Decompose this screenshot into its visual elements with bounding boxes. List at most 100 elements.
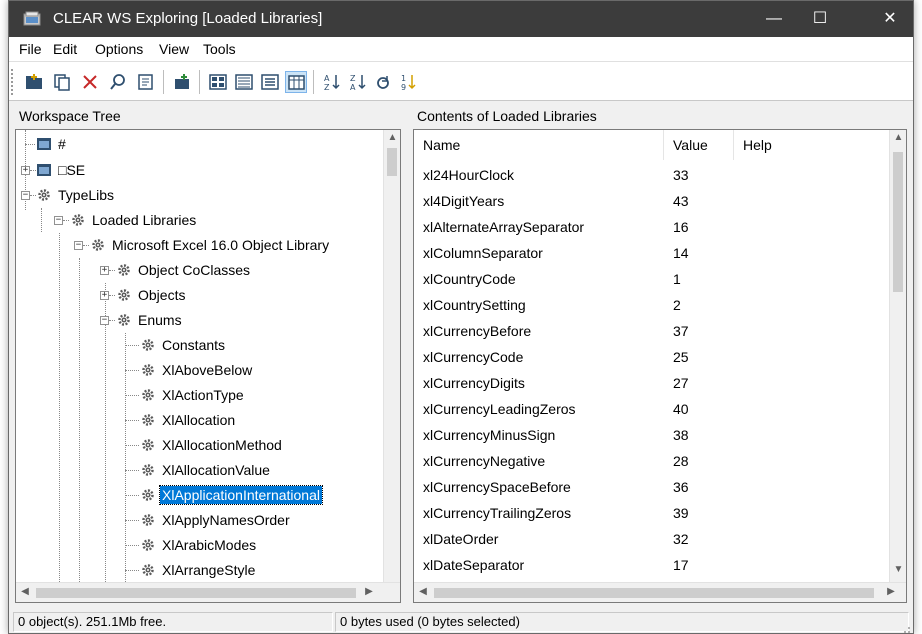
tree-node-xlallocationvalue[interactable]: XlAllocationValue [16,458,376,483]
menu-view[interactable]: View [159,41,189,57]
tree-node-xlapplynamesorder[interactable]: XlApplyNamesOrder [16,508,376,533]
tree-node-objects[interactable]: + Objects [16,283,376,308]
new-item-icon[interactable] [171,71,193,93]
sort-icon[interactable]: AZ [321,71,343,93]
cell-value: 16 [673,219,689,235]
delete-icon[interactable] [79,71,101,93]
scroll-thumb[interactable] [893,152,903,292]
minimize-button[interactable]: — [751,1,797,37]
close-button[interactable]: ✕ [867,1,913,37]
scroll-down-icon[interactable]: ▼ [890,564,906,575]
tree-node-root-hash[interactable]: # [16,132,376,157]
cell-name: xlDateSeparator [423,557,525,573]
toolbar-grip[interactable] [11,69,15,95]
tree-node-label: Enums [138,312,182,328]
menu-options[interactable]: Options [95,41,143,57]
tree-node-typelibs[interactable]: − TypeLibs [16,183,376,208]
scroll-left-icon[interactable]: ◀ [416,586,430,597]
svg-text:9: 9 [401,83,406,92]
tree-node-xlactiontype[interactable]: XlActionType [16,383,376,408]
title-bar[interactable]: CLEAR WS Exploring [Loaded Libraries] — … [9,1,913,37]
list-row[interactable]: xlCurrencySpaceBefore 36 [414,475,890,501]
toolbar-separator [313,70,314,94]
workspace-icon [36,136,52,152]
resize-grip-icon[interactable] [899,621,911,633]
tree-node-label: XlAllocation [162,412,236,428]
gear-icon [140,562,156,578]
scroll-up-icon[interactable]: ▲ [890,132,906,143]
tree-node-loaded-libraries[interactable]: − Loaded Libraries [16,208,376,233]
list-row[interactable]: xlCurrencyMinusSign 38 [414,423,890,449]
menu-tools[interactable]: Tools [203,41,236,57]
tree-node-xlabovebelow[interactable]: XlAboveBelow [16,358,376,383]
large-icons-view-icon[interactable] [207,71,229,93]
scroll-thumb[interactable] [36,588,356,598]
list-row[interactable]: xlCurrencyLeadingZeros 40 [414,397,890,423]
tree-vertical-scrollbar[interactable]: ▲ [383,130,400,582]
list-row[interactable]: xl4DigitYears 43 [414,189,890,215]
tree-node-xlallocation[interactable]: XlAllocation [16,408,376,433]
tree-node-xlarabicmodes[interactable]: XlArabicModes [16,533,376,558]
list-row[interactable]: xlDateOrder 32 [414,527,890,553]
list-row[interactable]: xlCurrencyNegative 28 [414,449,890,475]
tree-node-label: Constants [162,337,226,353]
tree-node-label: Objects [138,287,186,303]
copy-icon[interactable] [51,71,73,93]
expand-icon[interactable]: + [21,166,30,175]
small-icons-view-icon[interactable] [233,71,255,93]
column-header-name[interactable]: Name [414,130,664,160]
contents-list[interactable]: Name Value Help xl24HourClock 33 xl4Digit… [413,129,907,603]
refresh-icon[interactable] [373,71,395,93]
maximize-button[interactable]: ☐ [797,1,843,37]
menu-edit[interactable]: Edit [53,41,77,57]
search-icon[interactable] [107,71,129,93]
list-row[interactable]: xl24HourClock 33 [414,163,890,189]
status-free-memory: 0 object(s). 251.1Mb free. [13,612,333,632]
scroll-left-icon[interactable]: ◀ [18,586,32,597]
details-view-icon[interactable] [285,71,307,93]
menu-file[interactable]: File [19,41,42,57]
tree-node-se[interactable]: + □SE [16,158,376,183]
tree-node-xlapplicationinternational[interactable]: XlApplicationInternational [16,483,376,508]
list-horizontal-scrollbar[interactable]: ◀ ▶ [414,582,906,602]
column-header-value[interactable]: Value [664,130,734,160]
expand-icon[interactable]: + [100,291,109,300]
new-folder-icon[interactable] [23,71,45,93]
scroll-right-icon[interactable]: ▶ [362,586,376,597]
list-row[interactable]: xlCurrencyBefore 37 [414,319,890,345]
list-row[interactable]: xlCurrencyTrailingZeros 39 [414,501,890,527]
sort-numeric-icon[interactable]: 19 [399,71,421,93]
workspace-tree[interactable]: # + □SE − TypeLibs − Loaded Libraries − … [15,129,401,603]
collapse-icon[interactable]: − [54,216,63,225]
properties-icon[interactable] [135,71,157,93]
scroll-up-icon[interactable]: ▲ [384,132,400,143]
tree-node-object-coclasses[interactable]: + Object CoClasses [16,258,376,283]
scroll-thumb[interactable] [434,588,874,598]
tree-node-excel-library[interactable]: − Microsoft Excel 16.0 Object Library [16,233,388,258]
list-vertical-scrollbar[interactable]: ▲ ▼ [889,130,906,582]
collapse-icon[interactable]: − [21,191,30,200]
tree-node-label: # [58,136,66,152]
sort-descending-icon[interactable]: ZA [347,71,369,93]
list-row[interactable]: xlCurrencyDigits 27 [414,371,890,397]
list-row[interactable]: xlDateSeparator 17 [414,553,890,579]
scroll-right-icon[interactable]: ▶ [884,586,898,597]
expand-icon[interactable]: + [100,266,109,275]
tree-node-constants[interactable]: Constants [16,333,376,358]
list-row[interactable]: xlCountrySetting 2 [414,293,890,319]
list-row[interactable]: xlColumnSeparator 14 [414,241,890,267]
svg-text:1: 1 [401,74,406,83]
column-header-help[interactable]: Help [734,130,890,160]
tree-node-enums[interactable]: − Enums [16,308,376,333]
list-row[interactable]: xlCurrencyCode 25 [414,345,890,371]
tree-node-xlarrangestyle[interactable]: XlArrangeStyle [16,558,376,583]
collapse-icon[interactable]: − [74,241,83,250]
list-row[interactable]: xlCountryCode 1 [414,267,890,293]
scroll-thumb[interactable] [387,148,397,176]
cell-value: 37 [673,323,689,339]
list-view-icon[interactable] [259,71,281,93]
tree-horizontal-scrollbar[interactable]: ◀ ▶ [16,582,400,602]
collapse-icon[interactable]: − [100,316,109,325]
list-row[interactable]: xlAlternateArraySeparator 16 [414,215,890,241]
tree-node-xlallocationmethod[interactable]: XlAllocationMethod [16,433,376,458]
